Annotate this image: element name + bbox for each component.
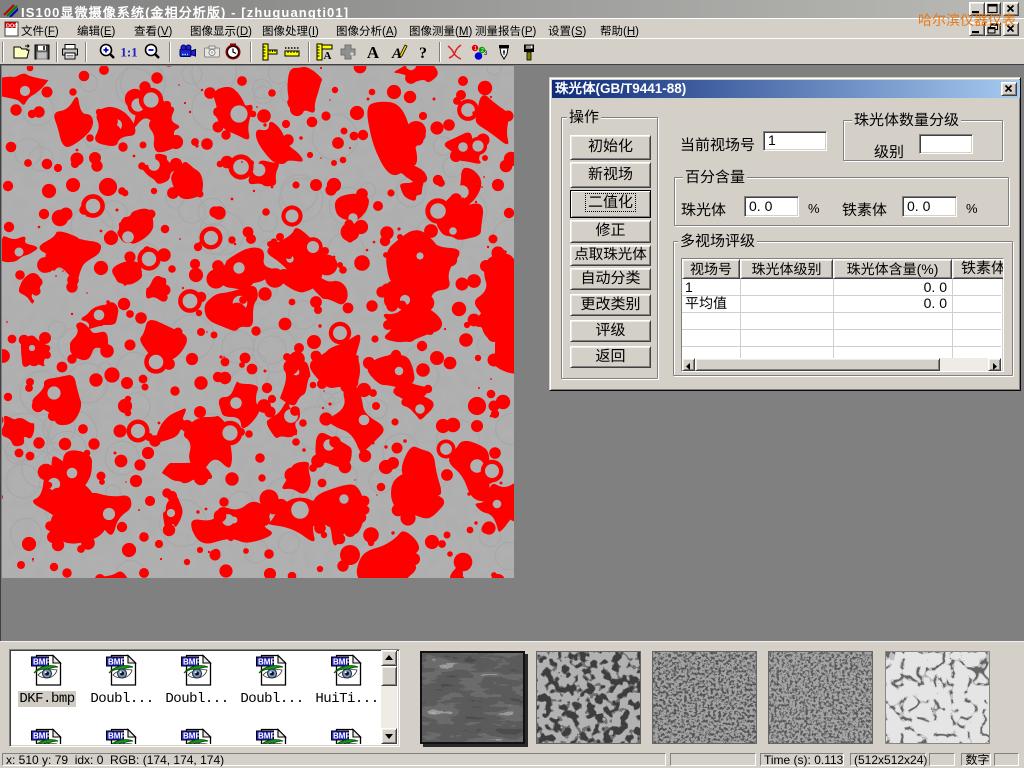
svg-text:1: 1 <box>474 46 477 52</box>
svg-text:BMP: BMP <box>333 732 351 741</box>
svg-text:DOC: DOC <box>6 24 18 30</box>
svg-text:1:1: 1:1 <box>120 45 137 60</box>
svg-text:BMP: BMP <box>258 658 276 667</box>
svg-text:BMP: BMP <box>258 732 276 741</box>
svg-text:BMP: BMP <box>108 658 126 667</box>
svg-text:BMP: BMP <box>33 732 51 741</box>
svg-text:A: A <box>324 50 332 62</box>
svg-text:BMP: BMP <box>183 732 201 741</box>
svg-text:BMP: BMP <box>183 658 201 667</box>
svg-text:?: ? <box>419 45 427 62</box>
svg-text:BMP: BMP <box>108 732 126 741</box>
svg-text:BMP: BMP <box>33 658 51 667</box>
svg-text:BMP: BMP <box>333 658 351 667</box>
svg-text:A: A <box>367 43 380 62</box>
svg-text:3: 3 <box>484 51 488 57</box>
